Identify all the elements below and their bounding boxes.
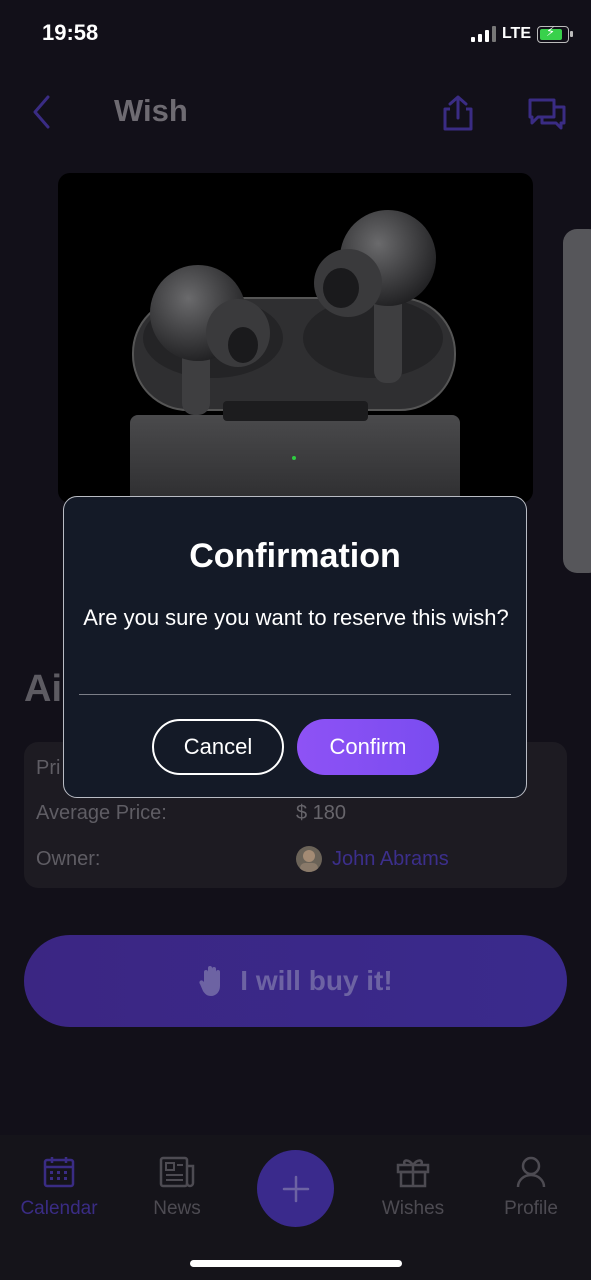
status-indicators: LTE ⚡	[470, 25, 573, 43]
price-label: Pri	[36, 757, 61, 779]
gift-icon	[396, 1159, 430, 1188]
chevron-left-icon	[33, 95, 50, 129]
next-image-peek[interactable]	[563, 229, 591, 573]
tab-news[interactable]: News	[132, 1156, 222, 1220]
share-button[interactable]	[441, 94, 475, 132]
tab-calendar[interactable]: Calendar	[14, 1156, 104, 1220]
cancel-button[interactable]: Cancel	[152, 719, 284, 775]
dialog-divider	[79, 694, 511, 695]
add-wish-button[interactable]	[257, 1150, 334, 1227]
dialog-message: Are you sure you want to reserve this wi…	[83, 605, 509, 630]
home-indicator[interactable]	[190, 1260, 402, 1267]
back-button[interactable]	[30, 93, 54, 131]
owner-label: Owner:	[36, 848, 101, 870]
hand-icon	[199, 966, 221, 996]
avatar	[296, 846, 322, 872]
user-icon	[516, 1156, 546, 1188]
chat-icon	[528, 98, 566, 130]
newspaper-icon	[159, 1156, 195, 1188]
product-image	[58, 173, 533, 503]
tab-calendar-label: Calendar	[20, 1198, 98, 1219]
signal-icon	[470, 26, 496, 42]
confirmation-dialog: Confirmation Are you sure you want to re…	[63, 496, 527, 798]
airpods-image	[130, 210, 460, 503]
average-price-value: $ 180	[296, 802, 347, 824]
status-time: 19:58	[42, 20, 99, 45]
dialog-title: Confirmation	[189, 537, 401, 575]
buy-button-label: I will buy it!	[240, 965, 393, 996]
owner-link[interactable]: John Abrams	[296, 846, 449, 872]
tab-news-label: News	[153, 1198, 201, 1219]
tab-profile[interactable]: Profile	[486, 1156, 576, 1220]
chat-button[interactable]	[528, 97, 566, 131]
confirm-button[interactable]: Confirm	[297, 719, 439, 775]
average-price-label: Average Price:	[36, 802, 167, 824]
tab-wishes[interactable]: Wishes	[368, 1156, 458, 1220]
plus-icon	[282, 1175, 309, 1202]
buy-button[interactable]: I will buy it!	[24, 935, 567, 1027]
owner-name: John Abrams	[332, 847, 449, 870]
battery-icon: ⚡	[537, 25, 573, 43]
network-type: LTE	[501, 25, 531, 42]
page-title: Wish	[114, 93, 188, 128]
tab-profile-label: Profile	[504, 1198, 558, 1219]
tab-wishes-label: Wishes	[381, 1198, 445, 1219]
product-title: Ai	[24, 668, 62, 710]
share-icon	[443, 95, 473, 131]
calendar-icon	[43, 1157, 75, 1188]
